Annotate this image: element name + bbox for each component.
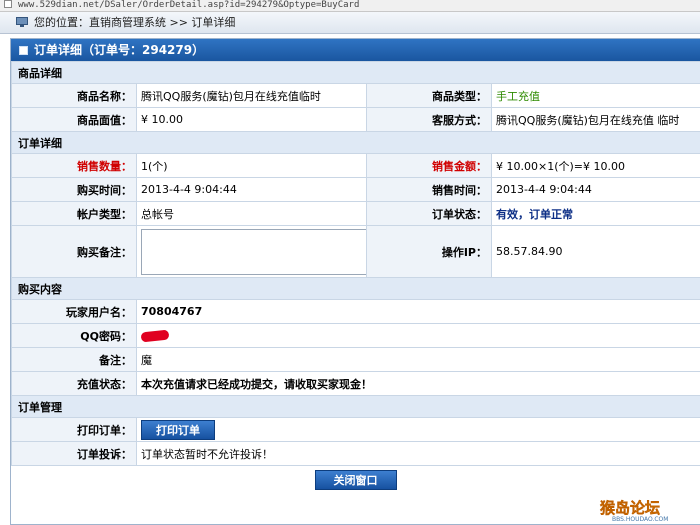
- panel-header: 订单详细（订单号：294279）: [11, 39, 700, 61]
- watermark-sub: BBS.HOUDAO.COM: [612, 516, 668, 523]
- amount-value: ¥ 10.00×1(个)=¥ 10.00: [491, 153, 700, 178]
- complain-label: 订单投诉：: [11, 441, 137, 466]
- qq-password-label: QQ密码：: [11, 323, 137, 348]
- redacted-mark: [140, 329, 170, 343]
- watermark-logo: 猴岛论坛 BBS.HOUDAO.COM: [600, 499, 669, 523]
- print-order-label: 打印订单：: [11, 417, 137, 442]
- remark-textarea[interactable]: [141, 228, 366, 275]
- remark-label: 购买备注：: [11, 225, 137, 278]
- account-type-label: 帐户类型：: [11, 201, 137, 226]
- remark-cell: [136, 225, 367, 278]
- qq-password-value: [136, 323, 700, 348]
- section-order: 订单详细: [11, 131, 700, 154]
- close-window-button[interactable]: 关闭窗口: [314, 470, 397, 490]
- page-icon: [4, 0, 12, 8]
- ip-label: 操作IP：: [366, 225, 492, 278]
- sale-time-value: 2013-4-4 9:04:44: [491, 177, 700, 202]
- charge-status-value: 本次充值请求已经成功提交，请收取买家现金！: [136, 371, 700, 396]
- charge-status-label: 充值状态：: [11, 371, 137, 396]
- service-label: 客服方式：: [366, 107, 492, 132]
- print-order-cell: 打印订单: [136, 417, 700, 442]
- ip-value: 58.57.84.90: [491, 225, 700, 278]
- order-status-value: 有效，订单正常: [491, 201, 700, 226]
- buy-time-value: 2013-4-4 9:04:44: [136, 177, 367, 202]
- buy-time-label: 购买时间：: [11, 177, 137, 202]
- footer-bar: 关闭窗口: [11, 466, 700, 496]
- order-status-label: 订单状态：: [366, 201, 492, 226]
- section-purchase: 购买内容: [11, 277, 700, 300]
- section-manage: 订单管理: [11, 395, 700, 418]
- service-value: 腾讯QQ服务(魔钻)包月在线充值 临时: [491, 107, 700, 132]
- product-name-value: 腾讯QQ服务(魔钻)包月在线充值临时: [136, 83, 367, 108]
- monitor-icon: [16, 17, 28, 27]
- print-order-button[interactable]: 打印订单: [141, 419, 215, 440]
- section-product: 商品详细: [11, 61, 700, 84]
- account-type-value: 总帐号: [136, 201, 367, 226]
- player-user-label: 玩家用户名：: [11, 299, 137, 324]
- player-user-value: 70804767: [136, 299, 700, 324]
- sale-time-label: 销售时间：: [366, 177, 492, 202]
- product-name-label: 商品名称：: [11, 83, 137, 108]
- address-bar[interactable]: www.529dian.net/DSaler/OrderDetail.asp?i…: [0, 0, 700, 12]
- note-label: 备注：: [11, 347, 137, 372]
- amount-label: 销售金额：: [366, 153, 492, 178]
- detail-table: 商品详细 商品名称： 腾讯QQ服务(魔钻)包月在线充值临时 商品类型： 手工充值…: [11, 61, 700, 466]
- watermark-text: 猴岛论坛: [600, 499, 660, 517]
- complain-value: 订单状态暂时不允许投诉！: [136, 441, 700, 466]
- face-value-value: ¥ 10.00: [136, 107, 367, 132]
- qty-value: 1(个): [136, 153, 367, 178]
- face-value-label: 商品面值：: [11, 107, 137, 132]
- product-type-value: 手工充值: [491, 83, 700, 108]
- panel-square-icon: [19, 46, 28, 55]
- order-detail-panel: 订单详细（订单号：294279） 商品详细 商品名称： 腾讯QQ服务(魔钻)包月…: [10, 38, 700, 525]
- breadcrumb: 您的位置：直销商管理系统 >> 订单详细: [0, 12, 700, 34]
- qty-label: 销售数量：: [11, 153, 137, 178]
- address-url: www.529dian.net/DSaler/OrderDetail.asp?i…: [18, 0, 360, 10]
- note-value: 魔: [136, 347, 700, 372]
- panel-title: 订单详细（订单号：294279）: [34, 43, 205, 57]
- breadcrumb-text: 您的位置：直销商管理系统 >> 订单详细: [34, 16, 236, 29]
- product-type-label: 商品类型：: [366, 83, 492, 108]
